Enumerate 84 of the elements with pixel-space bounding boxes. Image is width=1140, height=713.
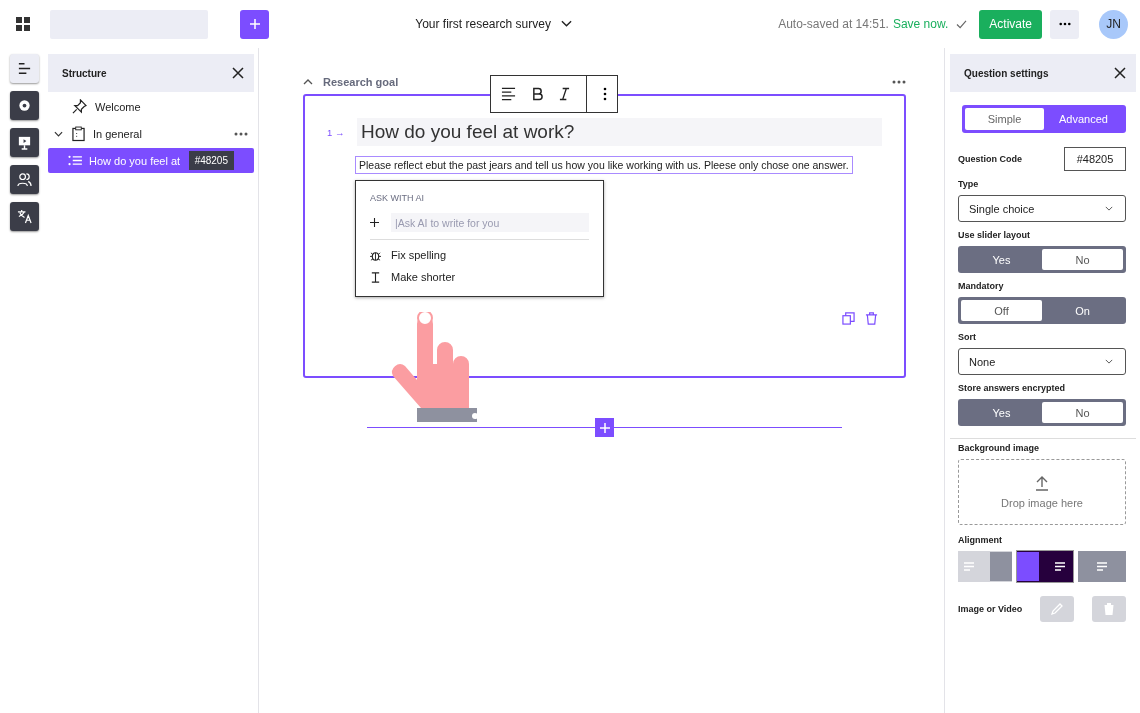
alignment-option[interactable]	[1017, 551, 1073, 582]
chevron-icon[interactable]	[54, 130, 63, 137]
chevron-down-icon	[1105, 359, 1113, 364]
question-card[interactable]: 1 → How do you feel at work? Please reflect ebut the past jears and tell us how you like working with us. Pleese only chose one answer. ASK WITH AI |Ask AI to write for you Fix spelling Make shorter	[303, 94, 906, 378]
rail-button[interactable]	[9, 54, 39, 83]
close-icon[interactable]	[1114, 67, 1126, 79]
rail-button[interactable]	[9, 128, 39, 157]
list-icon	[68, 155, 83, 166]
field-label: Type	[958, 179, 980, 189]
add-question-button[interactable]	[595, 418, 614, 437]
kebab-icon[interactable]	[603, 87, 607, 101]
bold-icon[interactable]	[532, 87, 543, 101]
ai-action[interactable]: Make shorter	[391, 271, 456, 283]
plus-icon	[248, 18, 261, 30]
close-icon[interactable]	[232, 67, 244, 79]
align-icon[interactable]	[501, 87, 516, 101]
section-title: Research goal	[323, 76, 399, 88]
toggle-option[interactable]: No	[1042, 402, 1123, 423]
field-label: Sort	[958, 332, 977, 342]
field-label: Mandatory	[958, 281, 1005, 291]
question-title-field[interactable]: How do you feel at work?	[357, 118, 882, 146]
plus-icon	[599, 422, 610, 433]
mode-tab[interactable]: Simple	[965, 108, 1044, 130]
image-drop-zone[interactable]: Drop image here	[958, 459, 1126, 525]
more-icon[interactable]	[892, 80, 906, 84]
more-icon[interactable]	[234, 131, 248, 136]
align-icon	[1097, 562, 1107, 571]
apps-grid-icon[interactable]	[16, 17, 30, 31]
code-field[interactable]: #48205	[1064, 147, 1126, 171]
rail-button[interactable]	[9, 165, 39, 194]
ai-menu-heading: ASK WITH AI	[370, 193, 425, 203]
translate-icon	[16, 209, 32, 224]
bug-icon	[370, 249, 381, 261]
tree-item[interactable]: In general	[48, 121, 254, 146]
check-icon	[956, 19, 968, 29]
field-label: Question Code	[958, 154, 1022, 164]
question-number: 1 →	[327, 126, 346, 138]
upload-icon	[1034, 475, 1050, 491]
chevron-down-icon[interactable]	[560, 20, 572, 28]
add-button[interactable]	[240, 9, 269, 39]
field-label: Image or Video	[958, 604, 1023, 614]
autosave-status: Auto-saved at 14:51.	[778, 17, 889, 31]
rail-button[interactable]	[9, 91, 39, 120]
rail-button[interactable]	[9, 202, 39, 231]
toggle-option[interactable]: No	[1042, 249, 1123, 270]
toggle-option[interactable]: Yes	[961, 402, 1042, 423]
more-icon	[1058, 22, 1071, 26]
people-icon	[16, 172, 32, 187]
user-avatar[interactable]: JN	[1099, 9, 1128, 39]
toggle-option[interactable]: Off	[961, 300, 1042, 321]
tree-item[interactable]: Welcome	[48, 94, 254, 119]
survey-title[interactable]: Your first research survey	[415, 17, 551, 31]
panel-title: Question settings	[964, 67, 1049, 79]
structure-icon	[16, 61, 32, 76]
select-field[interactable]: None	[958, 348, 1126, 375]
align-icon	[964, 562, 974, 571]
question-code-tag: #48205	[188, 151, 234, 170]
tree-item[interactable]: How do you feel at #48205	[48, 148, 254, 173]
gear-icon	[16, 98, 32, 113]
delete-icon[interactable]	[865, 312, 878, 325]
pin-icon	[72, 99, 87, 114]
copy-icon[interactable]	[842, 312, 855, 325]
trash-icon	[1102, 602, 1116, 616]
field-label: Background image	[958, 443, 1041, 453]
select-field[interactable]: Single choice	[958, 195, 1126, 222]
plus-icon[interactable]	[370, 218, 379, 227]
ai-action[interactable]: Fix spelling	[391, 249, 447, 261]
align-icon	[1055, 562, 1065, 571]
collapse-icon[interactable]	[303, 79, 313, 85]
ask-ai-input[interactable]: |Ask AI to write for you	[391, 213, 589, 232]
panel-title: Structure	[62, 67, 107, 79]
clipboard-icon	[72, 125, 85, 142]
field-label: Use slider layout	[958, 230, 1032, 240]
pencil-icon	[1050, 602, 1065, 616]
field-label: Alignment	[958, 535, 1003, 545]
italic-icon[interactable]	[559, 87, 570, 101]
toggle-option[interactable]: On	[1042, 300, 1123, 321]
toggle-option[interactable]: Yes	[961, 249, 1042, 270]
presentation-icon	[16, 135, 32, 150]
chevron-down-icon	[1105, 206, 1113, 211]
description-field[interactable]: Please reflect ebut the past jears and tell us how you like working with us. Pleese only chose one answer.	[355, 156, 853, 174]
mode-tab[interactable]: Advanced	[1044, 108, 1123, 130]
text-cursor-icon	[370, 271, 381, 283]
field-label: Store answers encrypted	[958, 383, 1067, 393]
